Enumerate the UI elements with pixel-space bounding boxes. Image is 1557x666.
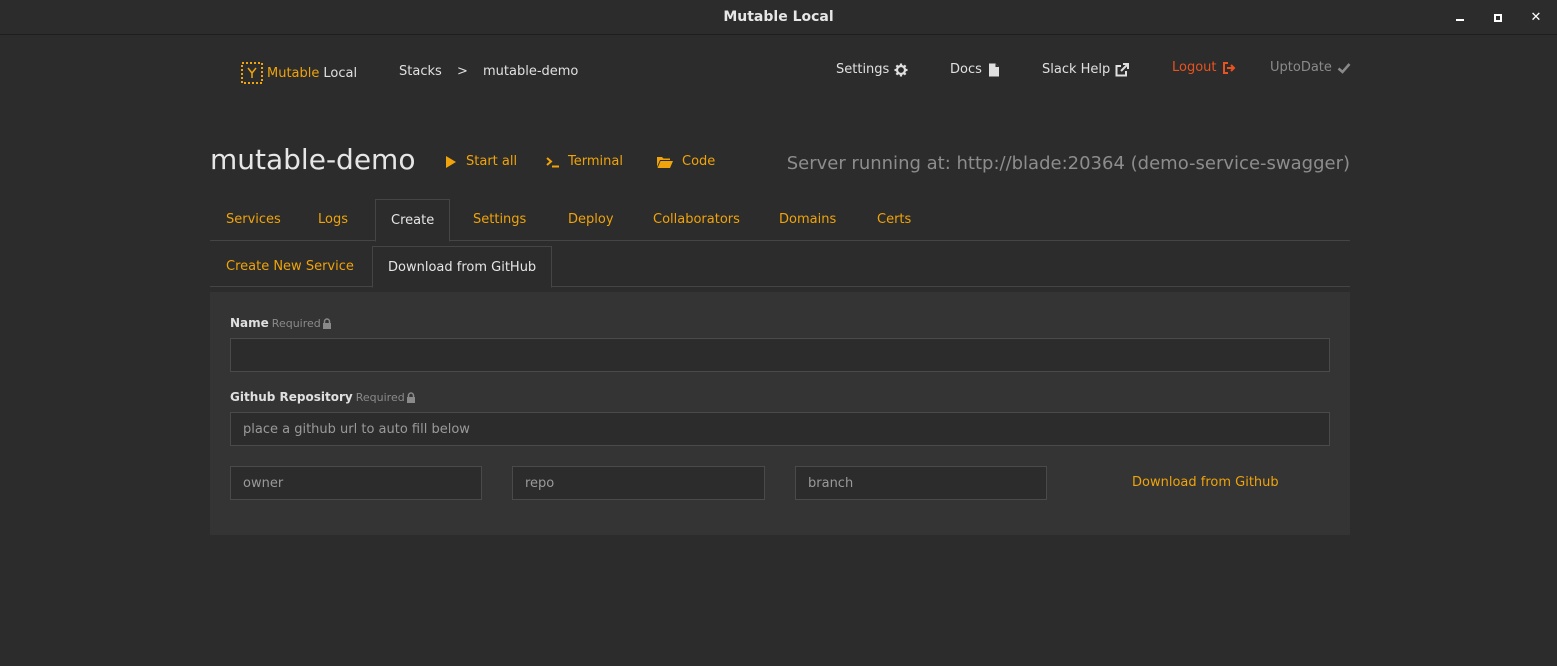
window-titlebar: Mutable Local ✕	[0, 0, 1557, 35]
window-controls: ✕	[1453, 0, 1543, 35]
brand-local: Local	[323, 65, 358, 81]
minimize-icon[interactable]	[1453, 11, 1467, 25]
tab-collaborators[interactable]: Collaborators	[653, 199, 740, 241]
mutable-logo-icon	[241, 62, 263, 84]
repo-input[interactable]	[512, 466, 765, 500]
docs-link[interactable]: Docs	[950, 62, 1001, 77]
server-status: Server running at: http://blade:20364 (d…	[786, 153, 1350, 174]
uptodate-label: UptoDate	[1270, 60, 1332, 75]
check-icon	[1337, 62, 1351, 74]
tab-create[interactable]: Create	[375, 199, 451, 242]
name-required-text: Required	[271, 316, 321, 330]
settings-label: Settings	[836, 62, 890, 77]
document-icon	[988, 63, 999, 76]
repo-label: Github Repository Required	[230, 390, 416, 404]
breadcrumb-separator: >	[457, 64, 468, 79]
breadcrumb-stacks[interactable]: Stacks	[399, 64, 442, 79]
logout-label: Logout	[1172, 60, 1217, 75]
tab-certs[interactable]: Certs	[877, 199, 911, 241]
stack-tabs: Services Logs Create Settings Deploy Col…	[210, 199, 1350, 242]
slack-help-label: Slack Help	[1042, 62, 1111, 77]
start-all-label: Start all	[466, 154, 518, 169]
code-label: Code	[682, 154, 716, 169]
breadcrumb-current[interactable]: mutable-demo	[483, 64, 578, 79]
subtab-create-new-service[interactable]: Create New Service	[226, 246, 354, 287]
gear-icon	[894, 63, 908, 76]
window-title: Mutable Local	[723, 9, 834, 25]
slack-help-link[interactable]: Slack Help	[1042, 62, 1130, 77]
repo-required-text: Required	[355, 390, 405, 404]
name-label: Name Required	[230, 316, 332, 330]
docs-label: Docs	[950, 62, 982, 77]
lock-icon	[406, 391, 415, 403]
name-input[interactable]	[230, 338, 1330, 372]
page-title: mutable-demo	[210, 143, 416, 176]
owner-input[interactable]	[230, 466, 482, 500]
tab-domains[interactable]: Domains	[779, 199, 836, 241]
tab-settings[interactable]: Settings	[473, 199, 526, 241]
top-navbar: Mutable Local Stacks > mutable-demo Sett…	[0, 35, 1557, 109]
download-from-github-button[interactable]: Download from Github	[1132, 475, 1279, 490]
subtab-download-from-github[interactable]: Download from GitHub	[372, 246, 553, 288]
play-icon	[446, 155, 456, 168]
sign-out-icon	[1222, 61, 1235, 74]
folder-open-icon	[657, 156, 673, 168]
terminal-label: Terminal	[568, 154, 623, 169]
external-link-icon	[1115, 62, 1130, 76]
name-label-text: Name	[230, 316, 269, 330]
stack-header: mutable-demo Start all Terminal Code Ser…	[210, 140, 1350, 186]
brand-link[interactable]: Mutable Local	[241, 62, 357, 84]
branch-input[interactable]	[795, 466, 1047, 500]
settings-link[interactable]: Settings	[836, 62, 908, 77]
github-url-input[interactable]	[230, 412, 1330, 446]
logout-link[interactable]: Logout	[1172, 60, 1236, 75]
lock-icon	[322, 317, 331, 329]
uptodate-status: UptoDate	[1270, 60, 1351, 75]
code-button[interactable]: Code	[656, 154, 715, 169]
download-github-form: Name Required Github Repository Required…	[210, 292, 1350, 535]
create-subtabs: Create New Service Download from GitHub	[210, 246, 1350, 288]
repo-label-text: Github Repository	[230, 390, 353, 404]
terminal-button[interactable]: Terminal	[546, 154, 623, 169]
tab-deploy[interactable]: Deploy	[568, 199, 614, 241]
terminal-icon	[546, 156, 559, 167]
tab-logs[interactable]: Logs	[318, 199, 348, 241]
tab-services[interactable]: Services	[226, 199, 281, 241]
maximize-icon[interactable]	[1491, 11, 1505, 25]
start-all-button[interactable]: Start all	[444, 154, 517, 169]
brand-mutable: Mutable	[267, 65, 320, 81]
close-icon[interactable]: ✕	[1529, 11, 1543, 25]
